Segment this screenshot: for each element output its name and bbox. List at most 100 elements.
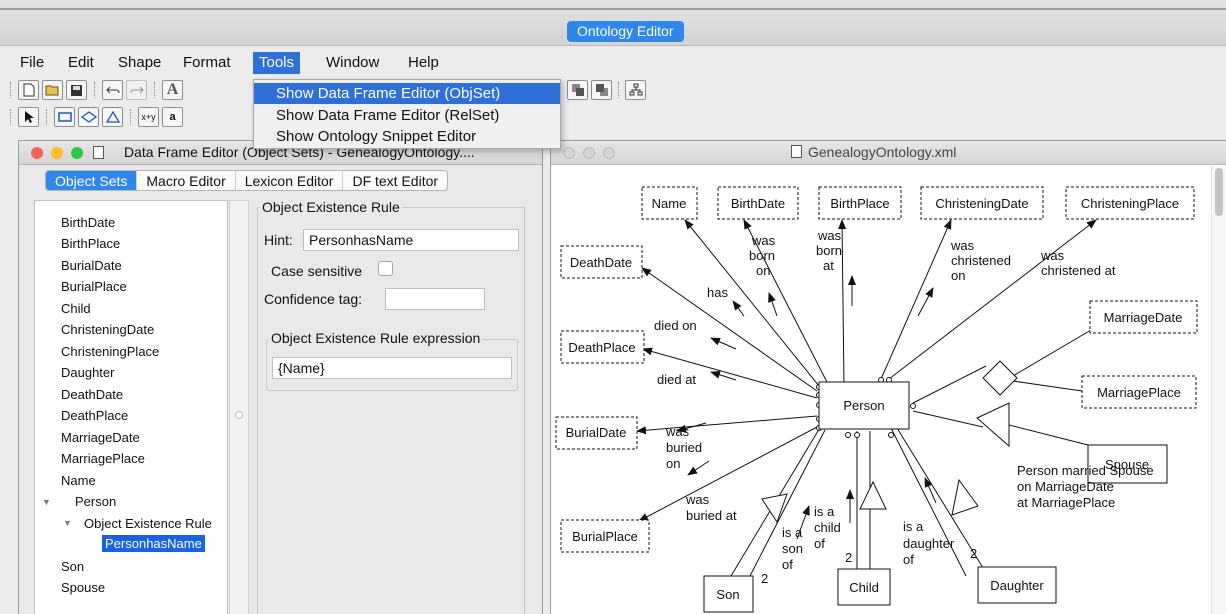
menu-item-show-df-editor-objset[interactable]: Show Data Frame Editor (ObjSet) bbox=[254, 83, 560, 104]
tree-item-birthdate[interactable]: BirthDate bbox=[61, 215, 115, 230]
marriage-note-line-2: on MarriageDate bbox=[1017, 479, 1114, 494]
marriageplace-label: MarriagePlace bbox=[1097, 385, 1181, 400]
tree-item-object-existence-rule[interactable]: Object Existence Rule bbox=[84, 516, 212, 531]
born-on-label-1: was bbox=[751, 233, 776, 248]
menu-format[interactable]: Format bbox=[177, 52, 237, 74]
diamond-tool-icon[interactable] bbox=[78, 107, 99, 127]
tab-macro-editor[interactable]: Macro Editor bbox=[137, 171, 236, 190]
panel-splitter[interactable] bbox=[229, 200, 249, 614]
died-at-label: died at bbox=[657, 372, 696, 387]
close-button[interactable] bbox=[563, 147, 575, 159]
case-sensitive-checkbox[interactable] bbox=[378, 261, 393, 276]
ontology-title: GenealogyOntology.xml bbox=[808, 144, 957, 160]
case-sensitive-label: Case sensitive bbox=[271, 263, 363, 279]
new-document-icon[interactable] bbox=[18, 80, 39, 100]
undo-icon[interactable] bbox=[102, 80, 123, 100]
minimize-button[interactable] bbox=[583, 147, 595, 159]
redo-icon[interactable] bbox=[126, 80, 147, 100]
tree-item-marriagedate[interactable]: MarriageDate bbox=[61, 430, 140, 445]
tree-item-birthplace[interactable]: BirthPlace bbox=[61, 236, 120, 251]
daughter-generalization-triangle[interactable] bbox=[951, 478, 979, 516]
tree-item-marriageplace[interactable]: MarriagePlace bbox=[61, 451, 145, 466]
splitter-handle[interactable] bbox=[235, 411, 243, 419]
menu-help[interactable]: Help bbox=[402, 52, 445, 74]
born-at-label-2: born bbox=[816, 243, 842, 258]
menu-window[interactable]: Window bbox=[320, 52, 385, 74]
menu-item-show-df-editor-relset[interactable]: Show Data Frame Editor (RelSet) bbox=[254, 105, 560, 126]
pointer-icon[interactable] bbox=[18, 107, 39, 127]
tree-item-person[interactable]: Person bbox=[75, 494, 116, 509]
deathdate-label: DeathDate bbox=[570, 255, 632, 270]
spouse-generalization-triangle[interactable] bbox=[976, 402, 1010, 448]
buried-on-label-2: buried bbox=[666, 440, 702, 455]
tree-item-burialdate[interactable]: BurialDate bbox=[61, 258, 122, 273]
buried-on-label-3: on bbox=[666, 456, 680, 471]
menu-file[interactable]: File bbox=[14, 52, 50, 74]
deathplace-label: DeathPlace bbox=[568, 340, 635, 355]
ontology-title-bar: GenealogyOntology.xml bbox=[551, 141, 1226, 165]
formula-icon[interactable]: x+y bbox=[138, 107, 159, 127]
confidence-tag-input[interactable] bbox=[385, 288, 485, 310]
menu-item-show-snippet-editor[interactable]: Show Ontology Snippet Editor bbox=[254, 126, 560, 147]
daughter-label: Daughter bbox=[990, 578, 1044, 593]
toolbar-separator bbox=[154, 82, 156, 98]
minimize-button[interactable] bbox=[51, 147, 63, 159]
toolbar-separator bbox=[46, 109, 48, 125]
tab-lexicon-editor[interactable]: Lexicon Editor bbox=[236, 171, 344, 190]
menu-tools[interactable]: Tools bbox=[253, 52, 301, 74]
birthplace-label: BirthPlace bbox=[830, 196, 889, 211]
born-at-label-1: was bbox=[817, 228, 842, 243]
toolbar-row-2: x+y a bbox=[10, 107, 270, 129]
menu-shape[interactable]: Shape bbox=[112, 52, 167, 74]
has-label: has bbox=[707, 285, 728, 300]
tree-item-son[interactable]: Son bbox=[61, 559, 84, 574]
tab-object-sets[interactable]: Object Sets bbox=[46, 171, 138, 190]
tab-df-text-editor[interactable]: DF text Editor bbox=[343, 171, 447, 190]
close-button[interactable] bbox=[31, 147, 43, 159]
buried-at-label-1: was bbox=[685, 492, 710, 507]
rectangle-tool-icon[interactable] bbox=[54, 107, 75, 127]
layout-icon[interactable] bbox=[625, 80, 646, 100]
chevron-down-icon[interactable]: ▼ bbox=[42, 497, 51, 507]
rule-group-title: Object Existence Rule bbox=[260, 199, 402, 215]
zoom-button[interactable] bbox=[71, 147, 83, 159]
text-tool-icon[interactable]: A bbox=[162, 80, 183, 100]
tree-item-deathplace[interactable]: DeathPlace bbox=[61, 408, 128, 423]
tree-item-name[interactable]: Name bbox=[61, 473, 96, 488]
object-set-tree: BirthDate BirthPlace BurialDate BurialPl… bbox=[34, 200, 228, 614]
tree-item-christeningplace[interactable]: ChristeningPlace bbox=[61, 344, 159, 359]
marriage-relationship-diamond[interactable] bbox=[982, 360, 1018, 396]
hint-input[interactable] bbox=[303, 229, 519, 251]
open-folder-icon[interactable] bbox=[42, 80, 63, 100]
name-label: Name bbox=[652, 196, 687, 211]
tree-item-deathdate[interactable]: DeathDate bbox=[61, 387, 123, 402]
rule-expression-input[interactable] bbox=[272, 357, 512, 379]
son-of-label-1: is a bbox=[782, 525, 803, 540]
bring-front-icon[interactable] bbox=[567, 80, 588, 100]
born-on-label-3: on bbox=[756, 263, 770, 278]
document-icon bbox=[93, 145, 110, 161]
save-icon[interactable] bbox=[66, 80, 87, 100]
tree-item-child[interactable]: Child bbox=[61, 301, 91, 316]
vertical-scrollbar[interactable] bbox=[1211, 166, 1226, 614]
child-of-label-1: is a bbox=[814, 504, 835, 519]
label-tool-icon[interactable]: a bbox=[162, 107, 183, 127]
send-back-icon[interactable] bbox=[591, 80, 612, 100]
app-title: Ontology Editor bbox=[567, 21, 684, 42]
toolbar-separator bbox=[130, 109, 132, 125]
tree-item-daughter[interactable]: Daughter bbox=[61, 365, 114, 380]
zoom-button[interactable] bbox=[603, 147, 615, 159]
chevron-down-icon[interactable]: ▼ bbox=[63, 518, 72, 528]
tree-item-spouse[interactable]: Spouse bbox=[61, 580, 105, 595]
menu-bar: File Edit Shape Format Tools Window Help bbox=[0, 52, 1226, 74]
tree-item-personhasname[interactable]: PersonhasName bbox=[102, 535, 205, 552]
triangle-tool-icon[interactable] bbox=[102, 107, 123, 127]
child-generalization-triangle[interactable] bbox=[859, 480, 887, 510]
scrollbar-thumb[interactable] bbox=[1215, 168, 1223, 216]
menu-edit[interactable]: Edit bbox=[62, 52, 100, 74]
tree-item-burialplace[interactable]: BurialPlace bbox=[61, 279, 127, 294]
tree-item-christeningdate[interactable]: ChristeningDate bbox=[61, 322, 154, 337]
toolbar-separator bbox=[618, 82, 620, 98]
marriage-note-line-1: Person married Spouse bbox=[1017, 463, 1154, 478]
son-multiplicity: 2 bbox=[761, 571, 768, 586]
